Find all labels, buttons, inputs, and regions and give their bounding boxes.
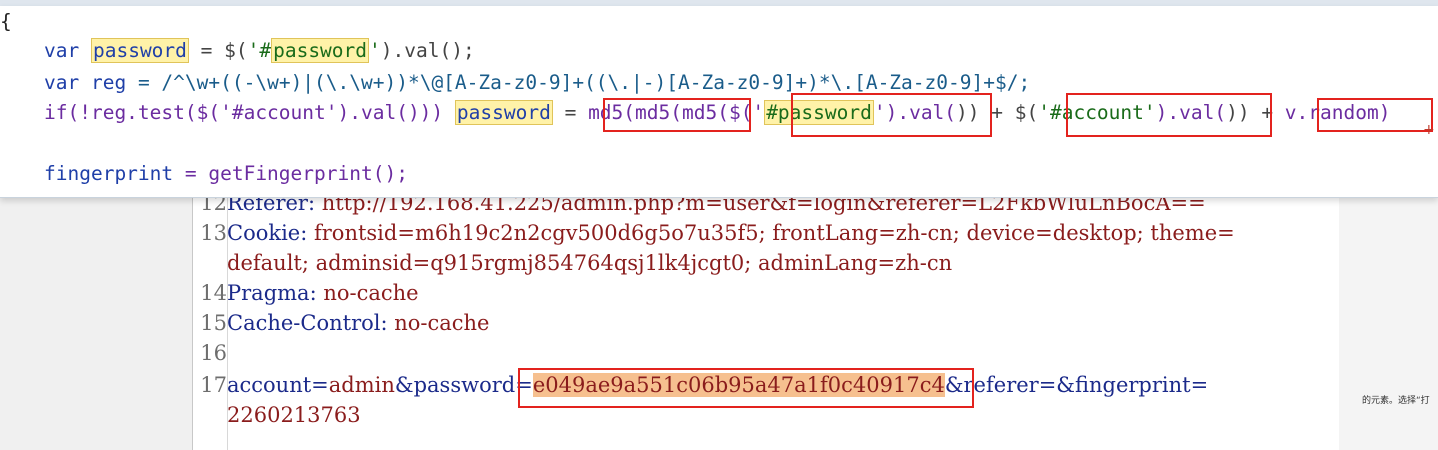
code-line-password: var password = $('# password ').val(); — [44, 38, 475, 63]
request-line-16: 16 — [193, 340, 227, 370]
request-line-15: 15Cache-Control: no-cache — [193, 310, 489, 340]
body-key-password: &password= — [394, 373, 533, 397]
regex-literal: = /^\w+((-\w+)|(\.\w+))*\@[A-Za-z0-9]+((… — [126, 71, 1031, 94]
string: ' — [369, 39, 381, 62]
request-line-14: 14Pragma: no-cache — [193, 280, 419, 310]
header-value: frontsid=m6h19c2n2cgv500d6g5o7u35f5; fro… — [307, 221, 1235, 245]
variable-reg: reg — [79, 71, 127, 94]
variable-password: password — [454, 100, 553, 125]
code-line-reg: var reg = /^\w+((-\w+)|(\.\w+))*\@[A-Za-… — [44, 71, 1030, 95]
header-value: default; adminsid=q915rgmj854764qsj1lk4j… — [227, 251, 953, 275]
cursor-plus-icon: + — [1423, 122, 1435, 138]
request-panel: 12Referer: http://192.168.41.225/admin.p… — [192, 190, 1340, 450]
variable-fingerprint: fingerprint — [44, 162, 174, 185]
code-line-md5: if(!reg.test($('#account').val())) passw… — [44, 100, 1391, 125]
right-side-panel — [1339, 190, 1438, 450]
val-call: ').val( — [873, 101, 957, 124]
keyword: var — [44, 71, 80, 94]
body-value-account: admin — [328, 373, 395, 397]
code-line-fingerprint: fingerprint = getFingerprint(); — [44, 162, 408, 186]
password-md5-hash: e049ae9a551c06b95a47a1f0c40917c4 — [532, 373, 945, 397]
line-number: 16 — [200, 341, 227, 365]
line-number: 13 — [200, 221, 227, 245]
string-password-selector: #password — [764, 100, 874, 125]
request-body-line: 17account=admin&password=e049ae9a551c06b… — [193, 372, 1208, 402]
val-call: ).val( — [1155, 101, 1227, 124]
string-account-selector: '#account' — [1038, 101, 1156, 124]
md5-calls: md5(md5(md5( — [588, 101, 729, 124]
operator: ).val(); — [380, 39, 475, 62]
line-number: 15 — [200, 311, 227, 335]
request-body-wrap: 2260213763 — [193, 402, 361, 432]
getfingerprint-call: = getFingerprint(); — [173, 162, 408, 185]
operator: )) + — [1226, 101, 1285, 124]
string-highlight: password — [271, 38, 370, 63]
operator: )) + $( — [956, 101, 1039, 124]
header-key: Pragma: — [227, 281, 317, 305]
header-value: no-cache — [316, 281, 419, 305]
header-value: no-cache — [387, 311, 490, 335]
body-key-referer-fingerprint: &referer=&fingerprint= — [944, 373, 1209, 397]
body-value-fingerprint: 2260213763 — [227, 403, 361, 427]
code-brace: { — [0, 10, 12, 33]
request-line-13-wrap: default; adminsid=q915rgmj854764qsj1lk4j… — [193, 250, 952, 280]
variable-password: password — [90, 38, 189, 63]
jquery-call: $(' — [728, 101, 765, 124]
header-key: Cookie: — [227, 221, 308, 245]
line-number: 14 — [200, 281, 227, 305]
operator: = — [552, 101, 589, 124]
v-random: v.random) — [1284, 101, 1391, 124]
request-line-13: 13Cookie: frontsid=m6h19c2n2cgv500d6g5o7… — [193, 220, 1235, 250]
header-key: Cache-Control: — [227, 311, 388, 335]
line-number: 17 — [200, 373, 227, 397]
right-side-text: 的元素。选择“打 — [1362, 396, 1430, 406]
keyword: var — [44, 39, 80, 62]
condition: if(!reg.test($('#account').val())) — [44, 101, 455, 124]
body-key-account: account= — [227, 373, 329, 397]
code-panel: { var password = $('# password ').val(); v… — [0, 6, 1438, 198]
string: '# — [247, 39, 272, 62]
operator: = $( — [188, 39, 248, 62]
